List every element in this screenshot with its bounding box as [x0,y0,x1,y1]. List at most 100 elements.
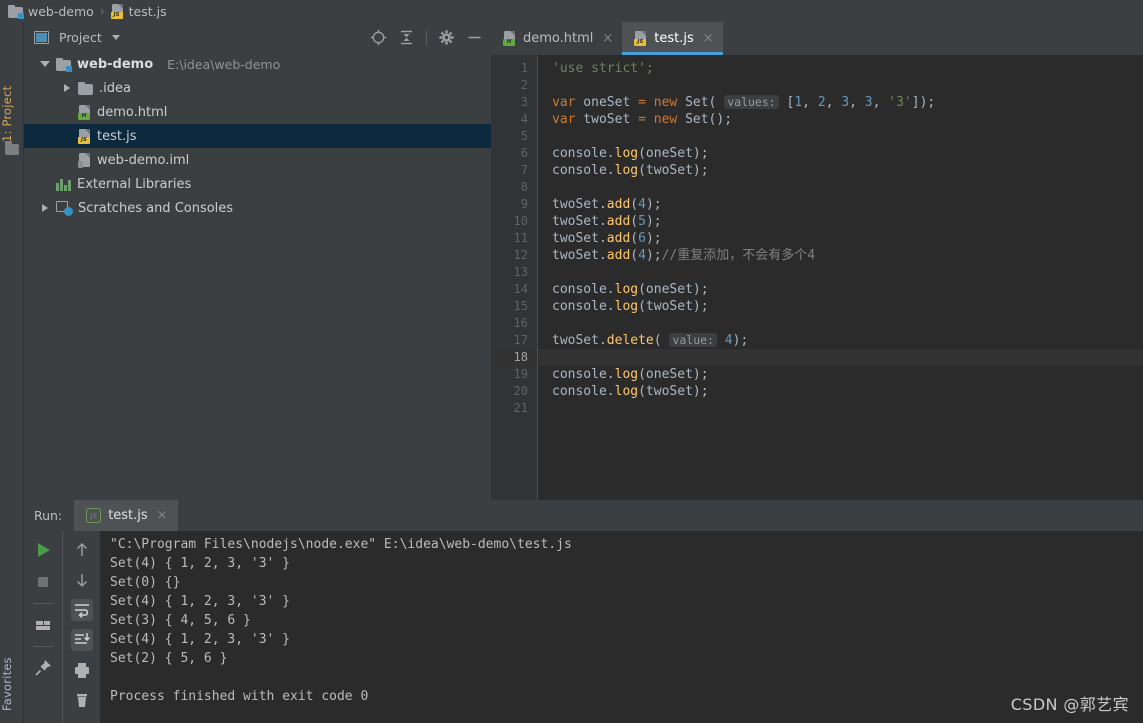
line-number: 21 [513,401,528,415]
run-left-toolbar [24,531,62,723]
breadcrumb-item-file[interactable]: JS test.js [110,3,167,19]
restore-layout-icon[interactable] [32,614,54,636]
collapse-all-icon[interactable] [398,29,415,46]
line-number: 2 [520,78,528,92]
code-token: twoSet. [552,248,607,263]
code-line: console.log(oneSet); [552,145,1143,162]
tree-node-demo-html[interactable]: H demo.html [24,100,491,124]
code-token: (twoSet); [638,299,709,314]
html-file-icon: H [503,31,516,46]
line-number: 5 [520,129,528,143]
tree-node-scratches[interactable]: Scratches and Consoles [24,196,491,220]
tree-node-web-demo[interactable]: web-demo E:\idea\web-demo [24,52,491,76]
code-token: log [614,299,639,314]
code-line: 'use strict'; [552,60,1143,77]
code-token: new [653,95,678,110]
chevron-down-icon[interactable] [111,34,120,40]
close-icon[interactable]: × [602,32,613,45]
code-token: add [606,231,631,246]
code-line: var twoSet = new Set(); [552,111,1143,128]
project-tree[interactable]: web-demo E:\idea\web-demo .idea H demo.h… [24,52,491,500]
up-arrow-icon[interactable] [71,539,93,561]
minimize-icon[interactable] [466,29,483,46]
tree-node-test-js[interactable]: JS test.js [24,124,491,148]
tree-node-label: demo.html [97,104,168,120]
tree-node-idea[interactable]: .idea [24,76,491,100]
code-token: = [638,95,646,110]
idea-window: web-demo › JS test.js 1: Project Favorit… [0,0,1143,723]
line-number: 20 [513,384,528,398]
close-icon[interactable]: × [703,32,714,45]
line-number: 3 [520,95,528,109]
code-token: ( [630,231,639,246]
code-token: , [825,95,842,110]
code-token: , [802,95,818,110]
close-icon[interactable]: × [157,509,168,522]
tree-node-external-libraries[interactable]: External Libraries [24,172,491,196]
line-number: 18 [491,349,537,366]
toolbar-divider [426,29,427,45]
code-token: (oneSet); [638,367,709,382]
code-token: log [614,367,639,382]
code-token: var [552,95,576,110]
structure-folder-icon[interactable] [5,141,19,155]
code-line: twoSet.add(6); [552,230,1143,247]
code-text[interactable]: 'use strict'; var oneSet = new Set( valu… [538,55,1143,500]
tree-node-web-demo-iml[interactable]: web-demo.iml [24,148,491,172]
code-token: ( [630,197,639,212]
code-token: [ [778,95,795,110]
js-file-icon: JS [110,3,124,19]
chevron-down-icon [40,61,50,67]
console-line: Set(0) {} [110,575,181,590]
code-token: (oneSet); [638,282,709,297]
code-token: log [614,282,639,297]
editor-tab-demo-html[interactable]: H demo.html × [491,22,622,55]
toolbar-divider [33,646,53,647]
expand-arrow-slot[interactable] [34,204,56,212]
line-number-gutter[interactable]: 1 2 3 4 5 6 7 8 9 10 11 12 13 14 15 16 17 18 19 20 21 [491,55,537,500]
code-token: (oneSet); [638,146,709,161]
editor-tab-test-js[interactable]: JS test.js × [622,22,724,55]
run-icon[interactable] [32,539,54,561]
code-token: console. [552,282,615,297]
pin-tab-icon[interactable] [32,657,54,679]
code-line: var oneSet = new Set( values: [1, 2, 3, … [552,94,1143,111]
project-panel-title: Project [59,29,102,45]
breadcrumb: web-demo › JS test.js [0,0,1143,22]
breadcrumb-item-project[interactable]: web-demo [8,4,94,19]
line-number: 16 [513,316,528,330]
code-line: twoSet.add(5); [552,213,1143,230]
run-panel-body: "C:\Program Files\nodejs\node.exe" E:\id… [24,531,1143,723]
code-token: '3' [888,95,912,110]
line-number: 4 [520,112,528,126]
expand-arrow-slot[interactable] [56,84,78,92]
code-token: , [872,95,889,110]
line-number: 15 [513,299,528,313]
code-editor[interactable]: 1 2 3 4 5 6 7 8 9 10 11 12 13 14 15 16 17 18 19 20 21 'use s… [491,55,1143,500]
code-token: ( [630,214,639,229]
code-token: log [614,163,639,178]
stop-icon[interactable] [32,571,54,593]
run-panel-label: Run: [34,508,63,523]
code-token: ); [732,333,749,348]
print-icon[interactable] [71,659,93,681]
soft-wrap-icon[interactable] [70,599,93,621]
iml-file-icon [78,152,91,168]
code-line: console.log(twoSet); [552,162,1143,179]
line-number: 1 [520,61,528,75]
scroll-to-end-icon[interactable] [70,629,93,651]
editor-tab-label: test.js [654,31,694,46]
console-output[interactable]: "C:\Program Files\nodejs\node.exe" E:\id… [100,531,1143,723]
breadcrumb-project-label: web-demo [28,3,94,19]
down-arrow-icon[interactable] [71,569,93,591]
run-tab-test-js[interactable]: JS test.js × [74,500,178,531]
code-token: console. [552,384,615,399]
locate-crosshair-icon[interactable] [370,29,387,46]
clear-all-icon[interactable] [71,689,93,711]
sidebar-tab-favorites[interactable]: Favorites [0,631,24,711]
sidebar-tab-project[interactable]: 1: Project [0,52,24,142]
run-secondary-toolbar [62,531,100,723]
expand-arrow-slot[interactable] [34,61,56,67]
settings-gear-icon[interactable] [438,29,455,46]
